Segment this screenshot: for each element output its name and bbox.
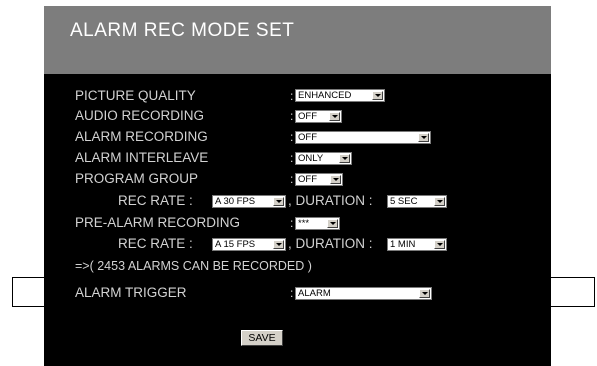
chevron-down-icon[interactable] bbox=[273, 240, 284, 249]
pg-rec-rate-value: A 30 FPS bbox=[215, 196, 256, 207]
chevron-down-icon[interactable] bbox=[434, 197, 445, 206]
pre-alarm-recording-value: *** bbox=[298, 218, 310, 229]
alarm-recording-value: OFF bbox=[298, 132, 317, 143]
program-group-label: PROGRAM GROUP bbox=[75, 171, 199, 186]
chevron-down-icon[interactable] bbox=[418, 133, 429, 142]
alarm-recording-label: ALARM RECORDING bbox=[75, 129, 208, 144]
colon-separator: : bbox=[290, 89, 294, 103]
chevron-down-icon[interactable] bbox=[434, 240, 445, 249]
settings-panel: ALARM REC MODE SET PICTURE QUALITY : ENH… bbox=[44, 6, 551, 366]
program-group-select[interactable]: OFF bbox=[295, 173, 343, 186]
colon-separator: : bbox=[290, 109, 294, 123]
chevron-down-icon[interactable] bbox=[339, 154, 350, 163]
pg-rec-rate-select[interactable]: A 30 FPS bbox=[212, 195, 286, 208]
pg-rec-rate-label: REC RATE : bbox=[118, 193, 193, 208]
pre-rec-rate-label: REC RATE : bbox=[118, 236, 193, 251]
picture-quality-select[interactable]: ENHANCED bbox=[295, 89, 385, 102]
audio-recording-select[interactable]: OFF bbox=[295, 110, 342, 123]
pre-alarm-recording-select[interactable]: *** bbox=[295, 217, 340, 230]
alarm-trigger-highlight bbox=[12, 277, 595, 307]
colon-separator: : bbox=[290, 172, 294, 186]
chevron-down-icon[interactable] bbox=[327, 219, 338, 228]
pre-duration-select[interactable]: 1 MIN bbox=[387, 238, 447, 251]
alarm-interleave-value: ONLY bbox=[298, 153, 324, 164]
header-bar: ALARM REC MODE SET bbox=[44, 6, 551, 74]
pg-duration-select[interactable]: 5 SEC bbox=[387, 195, 447, 208]
chevron-down-icon[interactable] bbox=[330, 175, 341, 184]
chevron-down-icon[interactable] bbox=[273, 197, 284, 206]
alarm-interleave-select[interactable]: ONLY bbox=[295, 152, 352, 165]
alarm-recording-select[interactable]: OFF bbox=[295, 131, 431, 144]
chevron-down-icon[interactable] bbox=[372, 91, 383, 100]
pre-alarm-recording-label: PRE-ALARM RECORDING bbox=[75, 215, 241, 230]
picture-quality-value: ENHANCED bbox=[298, 90, 352, 101]
pre-duration-label: , DURATION : bbox=[288, 236, 373, 251]
chevron-down-icon[interactable] bbox=[329, 112, 340, 121]
colon-separator: : bbox=[290, 130, 294, 144]
pg-duration-value: 5 SEC bbox=[390, 196, 418, 207]
colon-separator: : bbox=[290, 151, 294, 165]
save-button[interactable]: SAVE bbox=[241, 330, 283, 346]
colon-separator: : bbox=[290, 216, 294, 230]
page-title: ALARM REC MODE SET bbox=[70, 20, 295, 41]
alarm-interleave-label: ALARM INTERLEAVE bbox=[75, 150, 209, 165]
pg-duration-label: , DURATION : bbox=[288, 193, 373, 208]
pre-rec-rate-select[interactable]: A 15 FPS bbox=[212, 238, 286, 251]
audio-recording-label: AUDIO RECORDING bbox=[75, 108, 205, 123]
program-group-value: OFF bbox=[298, 174, 317, 185]
audio-recording-value: OFF bbox=[298, 111, 317, 122]
pre-rec-rate-value: A 15 FPS bbox=[215, 239, 256, 250]
capacity-note: =>( 2453 ALARMS CAN BE RECORDED ) bbox=[75, 259, 312, 273]
pre-duration-value: 1 MIN bbox=[390, 239, 416, 250]
picture-quality-label: PICTURE QUALITY bbox=[75, 88, 196, 103]
